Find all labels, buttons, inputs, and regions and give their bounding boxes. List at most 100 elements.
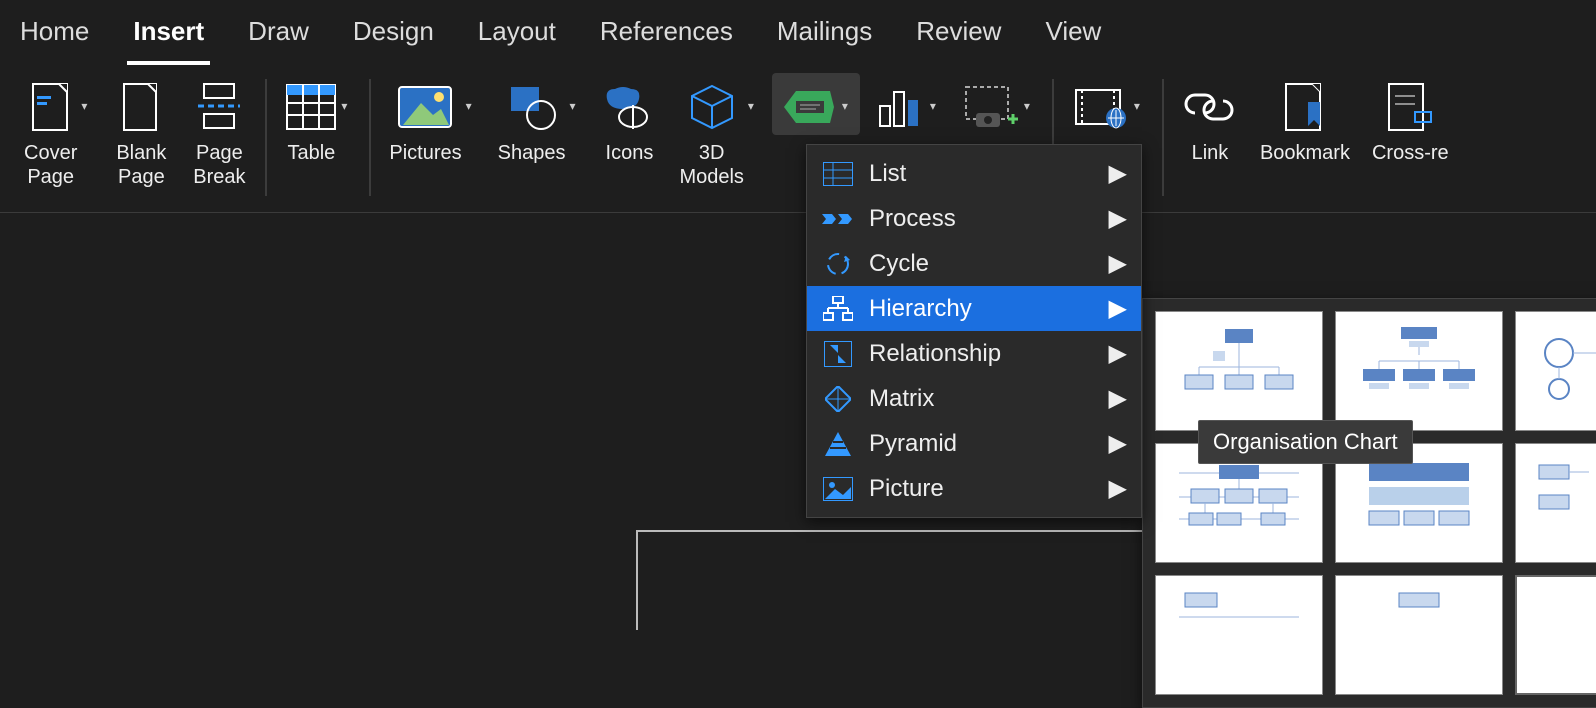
tab-mailings[interactable]: Mailings: [771, 8, 878, 65]
chevron-down-icon: ▾: [77, 79, 91, 113]
bookmark-button[interactable]: Bookmark: [1252, 73, 1358, 165]
tab-home[interactable]: Home: [14, 8, 95, 65]
page-break-button[interactable]: Page Break: [183, 73, 255, 189]
pyramid-icon: [821, 430, 855, 458]
dd-label: Matrix: [869, 385, 934, 413]
shapes-button[interactable]: Shapes ▾: [490, 73, 588, 165]
dd-label: Cycle: [869, 250, 929, 278]
tab-bar: Home Insert Draw Design Layout Reference…: [0, 0, 1596, 65]
shapes-icon: [505, 79, 559, 135]
bookmark-label: Bookmark: [1260, 141, 1350, 165]
table-icon: [285, 79, 337, 135]
tab-view[interactable]: View: [1039, 8, 1107, 65]
submenu-arrow-icon: ▶: [1109, 339, 1127, 368]
link-icon: [1183, 79, 1237, 135]
submenu-arrow-icon: ▶: [1109, 429, 1127, 458]
smartart-pyramid-item[interactable]: Pyramid ▶: [807, 421, 1141, 466]
gallery-item-6[interactable]: [1515, 443, 1596, 563]
smartart-process-item[interactable]: Process ▶: [807, 196, 1141, 241]
submenu-arrow-icon: ▶: [1109, 249, 1127, 278]
smartart-button[interactable]: ▾: [772, 73, 860, 135]
smartart-relationship-item[interactable]: Relationship ▶: [807, 331, 1141, 376]
tab-design[interactable]: Design: [347, 8, 440, 65]
dd-label: Picture: [869, 475, 944, 503]
link-button[interactable]: Link: [1174, 73, 1246, 165]
matrix-icon: [821, 385, 855, 413]
gallery-item-8[interactable]: [1335, 575, 1503, 695]
chart-button[interactable]: ▾: [866, 73, 948, 135]
tooltip: Organisation Chart: [1198, 420, 1413, 464]
process-icon: [821, 205, 855, 233]
icons-icon: [603, 79, 655, 135]
smartart-hierarchy-item[interactable]: Hierarchy ▶: [807, 286, 1141, 331]
group-table: Table ▾: [269, 73, 367, 165]
gallery-item-2[interactable]: [1335, 311, 1503, 431]
shapes-label: Shapes: [498, 141, 566, 165]
blank-page-label: Blank Page: [116, 141, 166, 189]
3d-models-button[interactable]: 3D Models ▾: [671, 73, 765, 189]
document-page-edge: [636, 530, 1196, 630]
chevron-down-icon: ▾: [838, 79, 852, 113]
tab-layout[interactable]: Layout: [472, 8, 562, 65]
chevron-down-icon: ▾: [744, 79, 758, 113]
tab-draw[interactable]: Draw: [242, 8, 315, 65]
submenu-arrow-icon: ▶: [1109, 384, 1127, 413]
screenshot-icon: [962, 79, 1020, 135]
link-label: Link: [1192, 141, 1229, 165]
cycle-icon: [821, 250, 855, 278]
cover-page-button[interactable]: Cover Page ▾: [16, 73, 99, 189]
chevron-down-icon: ▾: [337, 79, 351, 113]
cover-page-label: Cover Page: [24, 141, 77, 189]
list-icon: [821, 160, 855, 188]
page-break-label: Page Break: [193, 141, 245, 189]
media-icon: [1072, 79, 1130, 135]
smartart-list-item[interactable]: List ▶: [807, 151, 1141, 196]
group-links: Link Bookmark Cross-re: [1166, 73, 1465, 165]
blank-page-button[interactable]: Blank Page: [105, 73, 177, 189]
table-label: Table: [287, 141, 335, 165]
separator: [369, 79, 371, 196]
smartart-cycle-item[interactable]: Cycle ▶: [807, 241, 1141, 286]
tab-review[interactable]: Review: [910, 8, 1007, 65]
page-break-icon: [194, 79, 244, 135]
smartart-matrix-item[interactable]: Matrix ▶: [807, 376, 1141, 421]
screenshot-button[interactable]: ▾: [954, 73, 1042, 135]
chevron-down-icon: ▾: [1020, 79, 1034, 113]
gallery-item-9[interactable]: [1515, 575, 1596, 695]
gallery-item-3[interactable]: [1515, 311, 1596, 431]
blank-page-icon: [120, 79, 162, 135]
icons-label: Icons: [606, 141, 654, 165]
cross-reference-icon: [1385, 79, 1435, 135]
chevron-down-icon: ▾: [565, 79, 579, 113]
submenu-arrow-icon: ▶: [1109, 204, 1127, 233]
dd-label: Hierarchy: [869, 295, 972, 323]
pictures-icon: [397, 79, 453, 135]
dd-label: Pyramid: [869, 430, 957, 458]
chevron-down-icon: ▾: [1130, 79, 1144, 113]
separator: [265, 79, 267, 196]
bookmark-icon: [1282, 79, 1328, 135]
tab-insert[interactable]: Insert: [127, 8, 210, 65]
hierarchy-gallery: [1142, 298, 1596, 708]
group-pages: Cover Page ▾ Blank Page Page Break: [8, 73, 263, 189]
gallery-org-chart[interactable]: [1155, 311, 1323, 431]
separator: [1162, 79, 1164, 196]
submenu-arrow-icon: ▶: [1109, 294, 1127, 323]
chevron-down-icon: ▾: [926, 79, 940, 113]
smartart-picture-item[interactable]: Picture ▶: [807, 466, 1141, 511]
pictures-label: Pictures: [389, 141, 461, 165]
smartart-dropdown: List ▶ Process ▶ Cycle ▶ Hierarchy ▶ Rel…: [806, 144, 1142, 518]
ribbon: Cover Page ▾ Blank Page Page Break Table: [0, 65, 1596, 213]
pictures-button[interactable]: Pictures ▾: [381, 73, 483, 165]
icons-button[interactable]: Icons: [593, 73, 665, 165]
submenu-arrow-icon: ▶: [1109, 474, 1127, 503]
hierarchy-icon: [821, 295, 855, 323]
cross-reference-button[interactable]: Cross-re: [1364, 73, 1457, 165]
table-button[interactable]: Table ▾: [277, 73, 359, 165]
tab-references[interactable]: References: [594, 8, 739, 65]
picture-icon: [821, 475, 855, 503]
3d-models-label: 3D Models: [679, 141, 743, 189]
smartart-icon: [780, 79, 838, 135]
dd-label: Process: [869, 205, 956, 233]
gallery-item-7[interactable]: [1155, 575, 1323, 695]
